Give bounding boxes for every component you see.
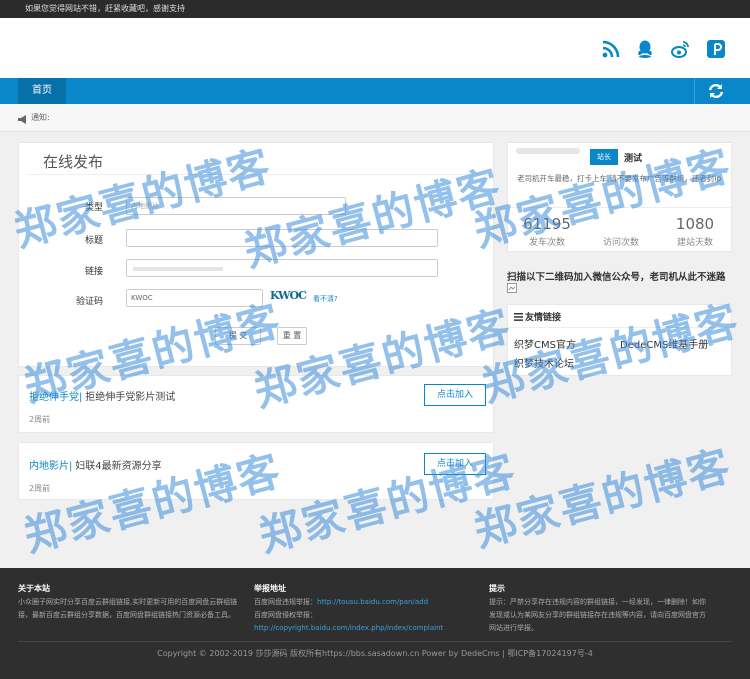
about-text: 小众圈子网实时分享百度云群组链接,实时更新可用的百度网盘云群组链接，最新百度云群… — [18, 598, 238, 619]
type-label: 类型 — [84, 203, 103, 213]
stat-value: 1080 — [675, 215, 715, 233]
stat-label: 访问次数 — [602, 238, 639, 248]
list-icon — [514, 313, 523, 321]
divider — [18, 641, 732, 642]
link-input[interactable] — [126, 259, 438, 277]
join-button[interactable]: 点击加入 — [424, 384, 486, 406]
notice-bar: 通知: — [0, 104, 750, 132]
friend-link[interactable]: 织梦技术论坛 — [514, 355, 574, 370]
title-input[interactable] — [126, 229, 438, 247]
pinterest-icon[interactable] — [707, 40, 725, 58]
profile-card: 站长 测试 老司机开车最稳，打卡上车,请不要发布广告等群组，违者封ip 6119… — [507, 142, 732, 252]
top-bar-text: 如果您觉得网站不错，赶紧收藏吧，感谢支持 — [25, 4, 185, 13]
copyright: Copyright © 2002-2019 莎莎源码 版权所有https://b… — [157, 649, 593, 658]
post-title[interactable]: 拒绝伸手党影片测试 — [85, 392, 175, 403]
watermark: 郑家喜的博客 — [468, 440, 737, 557]
report-block: 百度网盘违规举报：http://tousu.baidu.com/pan/add … — [254, 596, 474, 635]
stat-label: 发车次数 — [528, 238, 565, 248]
footer: 关于本站 小众圈子网实时分享百度云群组链接,实时更新可用的百度网盘云群组链接，最… — [0, 568, 750, 679]
about-title: 关于本站 — [18, 584, 50, 593]
join-button[interactable]: 点击加入 — [424, 453, 486, 475]
qr-title: 扫描以下二维码加入微信公众号，老司机从此不迷路 — [507, 272, 726, 283]
broken-image-icon — [507, 283, 517, 293]
rss-icon[interactable] — [602, 40, 620, 58]
post-category[interactable]: 内地影片 — [29, 461, 69, 472]
stat-value: 61195 — [523, 215, 571, 233]
report-link[interactable]: http://copyright.baidu.com/index.php/ind… — [254, 622, 474, 635]
report-label: 百度网盘侵权举报： — [254, 611, 317, 619]
post-separator: | — [79, 392, 83, 403]
report-label: 百度网盘违规举报： — [254, 598, 317, 606]
post-time: 2周前 — [29, 415, 51, 424]
qr-image — [507, 283, 732, 295]
header — [0, 18, 750, 78]
top-bar: 如果您觉得网站不错，赶紧收藏吧，感谢支持 — [0, 0, 750, 18]
links-card: 友情链接 织梦CMS官方 DedeCMS维基手册 织梦技术论坛 — [507, 304, 732, 376]
divider — [508, 207, 731, 208]
captcha-label: 验证码 — [75, 297, 103, 307]
publish-form: 在线发布 类型 内地影片 标题 链接 验证码 KWOC KWOC 看不清? 提 … — [18, 142, 494, 367]
notice-label: 通知: — [31, 113, 50, 122]
reset-button[interactable]: 重 置 — [277, 327, 307, 345]
post-category[interactable]: 拒绝伸手党 — [29, 392, 79, 403]
post-separator: | — [69, 461, 73, 472]
profile-desc: 老司机开车最稳，打卡上车,请不要发布广告等群组，违者封ip — [517, 174, 722, 183]
avatar — [516, 148, 580, 154]
nav-home[interactable]: 首页 — [18, 78, 66, 104]
divider — [508, 327, 731, 328]
tips-title: 提示 — [489, 584, 505, 593]
submit-button[interactable]: 提 交 — [215, 327, 261, 345]
title-label: 标题 — [84, 236, 103, 246]
post-time: 2周前 — [29, 484, 51, 493]
type-select[interactable]: 内地影片 — [126, 197, 346, 215]
captcha-refresh-link[interactable]: 看不清? — [313, 294, 338, 304]
report-link[interactable]: http://tousu.baidu.com/pan/add — [317, 598, 428, 606]
links-title: 友情链接 — [525, 313, 562, 323]
megaphone-icon — [18, 115, 26, 124]
weibo-icon[interactable] — [671, 40, 689, 58]
stat-label: 建站天数 — [676, 238, 713, 248]
report-title: 举报地址 — [254, 584, 286, 593]
friend-link[interactable]: 织梦CMS官方 — [514, 336, 576, 351]
captcha-input[interactable]: KWOC — [126, 289, 263, 307]
friend-link[interactable]: DedeCMS维基手册 — [620, 336, 708, 351]
main-nav: 首页 — [0, 78, 750, 104]
post-title[interactable]: 妇联4最新资源分享 — [75, 461, 161, 472]
list-item: 拒绝伸手党| 拒绝伸手党影片测试 2周前 点击加入 — [18, 375, 494, 433]
link-label: 链接 — [84, 267, 103, 277]
divider — [27, 174, 485, 175]
profile-name: 测试 — [624, 154, 643, 164]
list-item: 内地影片| 妇联4最新资源分享 2周前 点击加入 — [18, 442, 494, 500]
role-badge: 站长 — [590, 149, 618, 165]
post-heading[interactable]: 拒绝伸手党| 拒绝伸手党影片测试 — [29, 388, 175, 403]
post-heading[interactable]: 内地影片| 妇联4最新资源分享 — [29, 457, 162, 472]
captcha-image[interactable]: KWOC — [270, 289, 308, 306]
refresh-icon — [708, 83, 724, 99]
qq-icon[interactable] — [636, 40, 654, 58]
nav-refresh-button[interactable] — [694, 78, 750, 104]
tips-text: 提示：严禁分享存在违规内容的群组链接，一经发现，一律删除！如你发现或认为某网友分… — [489, 598, 706, 632]
publish-title: 在线发布 — [43, 153, 104, 171]
